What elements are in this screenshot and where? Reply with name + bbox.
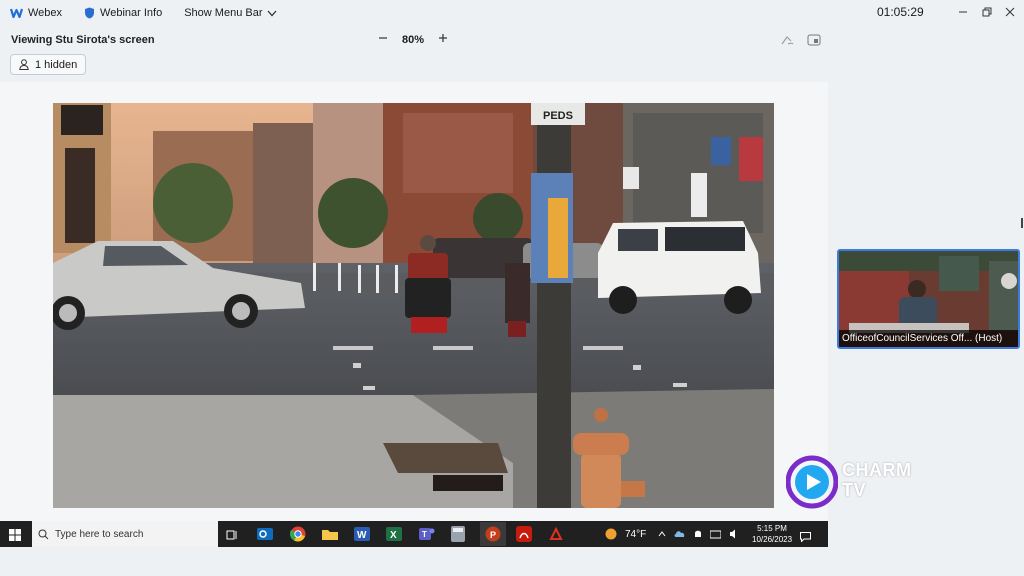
zoom-value: 80% [402, 33, 425, 46]
chrome-icon [289, 526, 306, 542]
participant-name: OfficeofCouncilServices Off... (Host) [839, 330, 1018, 347]
peds-sign-text: PEDS [543, 110, 573, 122]
sun-icon [605, 528, 617, 540]
chevron-down-icon [267, 10, 277, 16]
excel-icon: X [386, 527, 402, 541]
app-name: Webex [28, 7, 63, 19]
title-bar: Webex Webinar Info Show Menu Bar 01:05:2… [0, 0, 1024, 26]
chat-bubble-icon [800, 532, 811, 543]
webinar-info-label: Webinar Info [100, 7, 163, 19]
street-scene-image: PEDS [53, 103, 774, 508]
close-button[interactable] [1000, 3, 1020, 21]
powerpoint-icon: P [485, 526, 501, 542]
webinar-info-button[interactable]: Webinar Info [84, 7, 162, 19]
temperature: 74°F [625, 528, 647, 540]
pdf-icon [549, 526, 563, 540]
shared-video: PEDS [53, 103, 774, 508]
taskbar-date: 10/26/2023 [752, 535, 793, 544]
charm-tv-logo: CHARM TV [786, 455, 936, 511]
taskbar-calculator[interactable] [451, 526, 465, 547]
windows-icon [9, 529, 21, 541]
action-center-button[interactable] [800, 529, 811, 547]
annotate-button[interactable] [780, 33, 794, 51]
taskbar-clock[interactable]: 5:15 PM 10/26/2023 [752, 521, 792, 547]
taskbar-powerpoint[interactable]: P [480, 522, 506, 546]
acrobat-icon [516, 526, 532, 542]
taskbar-outlook[interactable] [257, 526, 273, 547]
show-menu-bar-label: Show Menu Bar [184, 7, 263, 19]
view-bar: Viewing Stu Sirota's screen 80% [0, 28, 1024, 52]
restore-button[interactable] [977, 3, 997, 21]
taskbar-word[interactable]: W [354, 526, 370, 547]
hidden-label: 1 hidden [35, 58, 78, 71]
svg-text:T: T [422, 530, 427, 539]
svg-text:P: P [490, 530, 496, 540]
speaker-icon[interactable] [729, 529, 740, 539]
taskbar-time: 5:15 PM [757, 524, 787, 533]
taskbar-search[interactable]: Type here to search [32, 521, 218, 547]
notification-icon[interactable] [694, 529, 702, 539]
zoom-out-button[interactable] [378, 33, 388, 46]
shield-icon [85, 7, 95, 19]
annotate-icon [781, 36, 794, 45]
task-view-icon [226, 530, 237, 540]
viewing-label: Viewing Stu Sirota's screen [11, 34, 155, 46]
webex-menu[interactable]: Webex [10, 7, 62, 19]
charm-tv-text: CHARM TV [842, 460, 912, 500]
search-icon [38, 529, 49, 539]
plus-icon [439, 34, 448, 42]
start-button[interactable] [9, 528, 21, 546]
calculator-icon [451, 526, 465, 542]
cursor-mark [1021, 218, 1023, 228]
meeting-timer: 01:05:29 [877, 5, 924, 19]
restore-icon [982, 7, 992, 17]
hidden-participants-button[interactable]: 1 hidden [10, 54, 87, 75]
taskbar-acrobat[interactable] [516, 526, 532, 547]
shared-taskbar: Type here to search W X T P 74°F 5:15 PM… [0, 521, 828, 547]
taskbar-excel[interactable]: X [386, 526, 402, 547]
taskbar-pdf-reader[interactable] [548, 526, 564, 547]
system-tray [658, 521, 740, 547]
pop-out-button[interactable] [807, 33, 821, 51]
taskbar-teams[interactable]: T [419, 526, 435, 547]
svg-text:W: W [357, 530, 367, 541]
charm-tv-logo-icon [786, 455, 838, 509]
weather-widget[interactable]: 74°F [605, 521, 646, 547]
close-icon [1005, 7, 1015, 17]
person-icon [19, 59, 29, 70]
outlook-icon [257, 528, 273, 540]
network-icon[interactable] [710, 530, 721, 539]
zoom-in-button[interactable] [438, 33, 448, 46]
word-icon: W [354, 527, 370, 541]
webex-logo-icon [10, 8, 23, 19]
folder-icon [322, 530, 338, 540]
minimize-icon [959, 11, 967, 13]
chevron-up-icon[interactable] [658, 531, 666, 537]
logo-line1: CHARM [842, 460, 912, 480]
taskbar-chrome[interactable] [289, 526, 306, 547]
participant-video-tile[interactable]: OfficeofCouncilServices Off... (Host) [837, 249, 1020, 349]
logo-line2: TV [842, 480, 867, 500]
taskbar-explorer[interactable] [322, 526, 338, 547]
minimize-button[interactable] [953, 3, 973, 21]
teams-icon: T [419, 528, 435, 540]
pop-out-icon [807, 34, 821, 46]
zoom-controls: 80% [378, 33, 448, 46]
show-menu-bar-button[interactable]: Show Menu Bar [184, 7, 277, 19]
search-placeholder: Type here to search [55, 528, 144, 540]
svg-text:X: X [390, 530, 397, 541]
task-view-button[interactable] [226, 528, 238, 546]
minus-icon [379, 37, 387, 39]
onedrive-icon[interactable] [674, 530, 686, 538]
